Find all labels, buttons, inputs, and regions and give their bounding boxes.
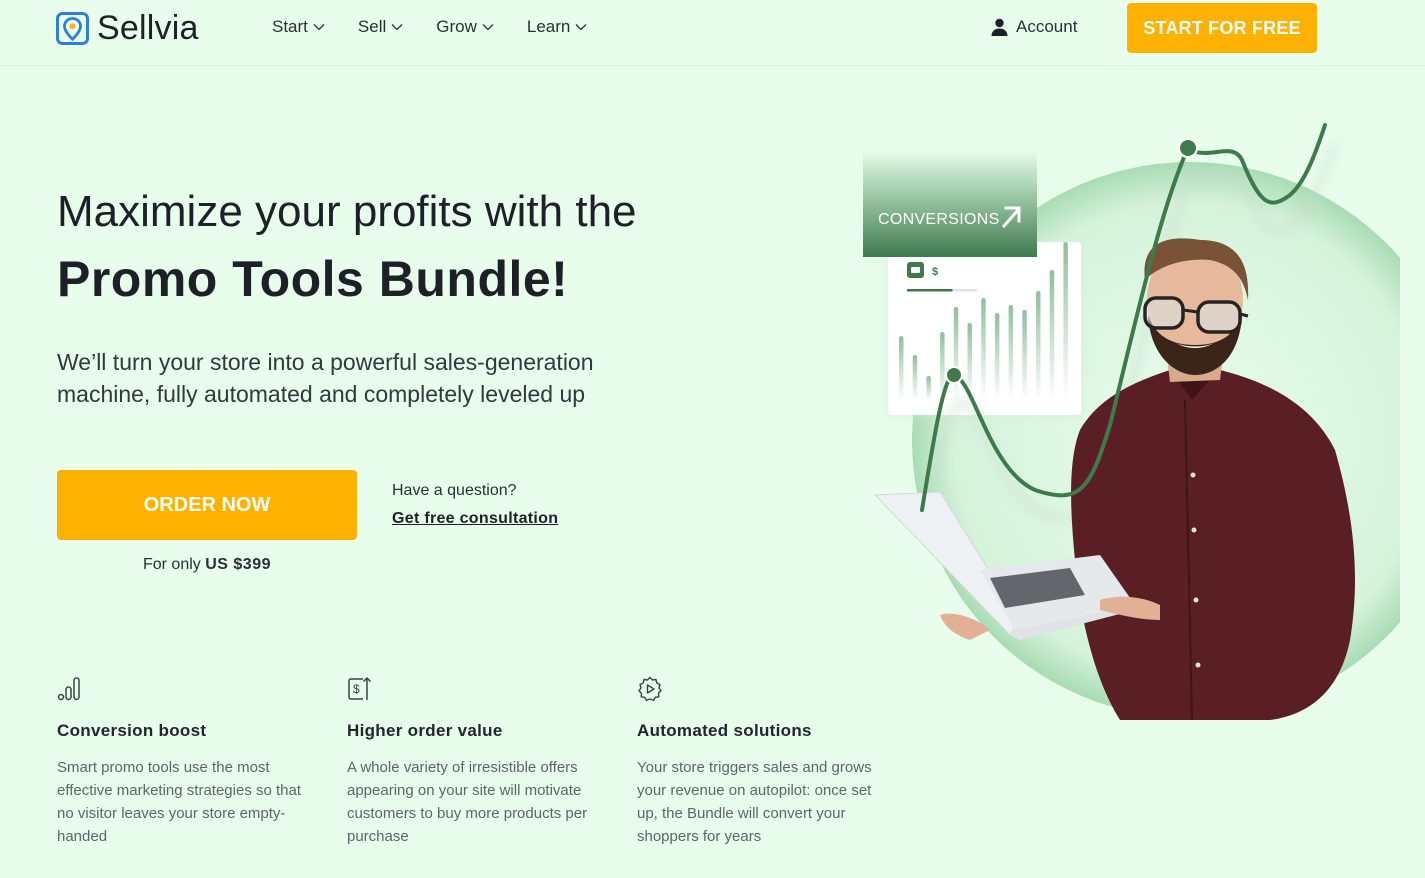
feature-higher-order-value: $ Higher order value A whole variety of … [347, 676, 597, 848]
chevron-down-icon [313, 24, 325, 31]
chevron-down-icon [575, 24, 587, 31]
card-bar [1036, 291, 1041, 400]
feature-automated-solutions: Automated solutions Your store triggers … [637, 676, 887, 848]
user-icon [991, 18, 1008, 36]
start-for-free-button[interactable]: START FOR FREE [1127, 3, 1317, 53]
card-currency: $ [932, 266, 938, 278]
chevron-down-icon [391, 24, 403, 31]
brand-name: Sellvia [97, 9, 199, 47]
feature-conversion-boost: Conversion boost Smart promo tools use t… [57, 676, 307, 848]
card-bar [1063, 242, 1068, 400]
feature-text: Your store triggers sales and grows your… [637, 759, 872, 845]
card-bar [981, 298, 986, 400]
conversions-badge: CONVERSIONS [863, 150, 1037, 257]
line-point [1178, 138, 1198, 158]
svg-text:$: $ [353, 682, 360, 696]
card-bar [1049, 270, 1055, 400]
card-bar [1008, 305, 1014, 400]
hero-title-line2: Promo Tools Bundle! [57, 251, 569, 307]
site-header: Sellvia Start Sell Grow Learn Account ST… [0, 0, 1425, 66]
order-now-button[interactable]: ORDER NOW [57, 470, 357, 540]
nav-label: Start [272, 17, 308, 36]
location-pin-logo-icon [56, 11, 89, 45]
account-link[interactable]: Account [991, 17, 1077, 37]
hero-illustration: $ CONVERSIONS [863, 123, 1400, 721]
feature-text: Smart promo tools use the most effective… [57, 759, 302, 845]
feature-text: A whole variety of irresistible offers a… [347, 759, 588, 845]
nav-item-sell[interactable]: Sell [358, 17, 403, 37]
price-prefix: For only [142, 556, 201, 573]
card-bar [912, 355, 918, 400]
card-progress-fill [907, 289, 953, 292]
nav-label: Sell [357, 17, 387, 36]
price-value: US $399 [205, 556, 271, 573]
chevron-down-icon [482, 24, 494, 31]
hero-subtitle: We’ll turn your store into a powerful sa… [57, 349, 594, 407]
feature-title: Conversion boost [57, 721, 207, 740]
chart-card: $ [888, 242, 1081, 415]
feature-title: Automated solutions [637, 721, 812, 740]
logo[interactable]: Sellvia [56, 11, 199, 45]
free-consultation-link[interactable]: Get free consultation [392, 510, 558, 528]
nav-label: Grow [436, 17, 477, 36]
nav-item-learn[interactable]: Learn [527, 17, 587, 37]
price-text: For only US $399 [57, 556, 357, 574]
card-bar [899, 336, 904, 400]
line-point [945, 366, 963, 384]
account-label: Account [1016, 17, 1078, 36]
card-bar [953, 307, 959, 400]
gear-play-icon [638, 676, 662, 702]
nav-item-start[interactable]: Start [272, 17, 325, 37]
nav-label: Learn [526, 17, 571, 36]
dollar-up-icon: $ [348, 676, 372, 700]
badge-label: CONVERSIONS [878, 211, 1000, 228]
card-bar [994, 313, 1000, 400]
main-nav: Start Sell Grow Learn [272, 17, 620, 37]
bar-chart-icon [57, 677, 80, 701]
feature-title: Higher order value [347, 721, 503, 740]
card-bar [1022, 310, 1027, 400]
card-bar [926, 376, 931, 400]
question-text: Have a question? [392, 482, 517, 499]
nav-item-grow[interactable]: Grow [436, 17, 494, 37]
hero-title-line1: Maximize your profits with the [57, 187, 637, 236]
